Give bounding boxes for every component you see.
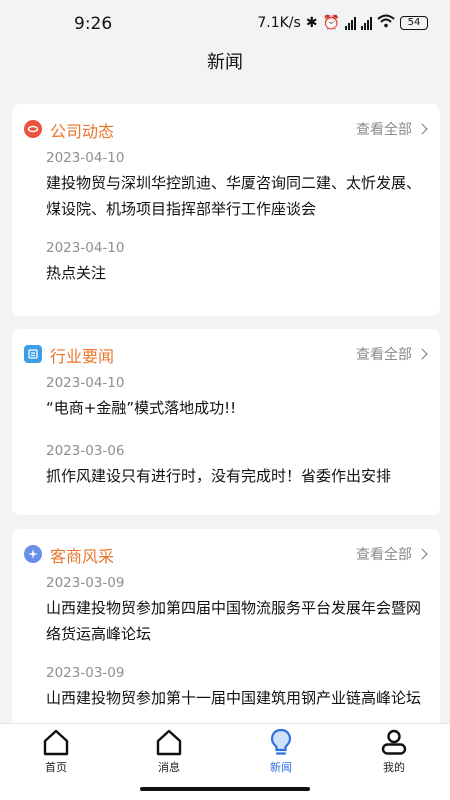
section-card-merchant-style: 客商风采 查看全部 2023-03-09 山西建投物贸参加第四届中国物流服务平台…: [12, 529, 440, 723]
section-header: 客商风采 查看全部: [12, 539, 440, 571]
news-item[interactable]: 2023-03-06 抓作风建设只有进行时，没有完成时！省委作出安排: [46, 441, 422, 489]
tab-message[interactable]: 消息: [129, 728, 209, 778]
bluetooth-icon: ✱: [305, 15, 318, 31]
news-title: “电商+金融”模式落地成功!!: [46, 399, 237, 417]
status-icons: 7.1K/s ✱ ⏰ 54: [257, 14, 428, 32]
news-title: 抓作风建设只有进行时，没有完成时！省委作出安排: [46, 467, 392, 485]
news-item[interactable]: 2023-03-09 山西建投物贸参加第四届中国物流服务平台发展年会暨网络货运高…: [46, 573, 422, 647]
page-title: 新闻: [207, 52, 243, 73]
status-bar: 9:26 7.1K/s ✱ ⏰ 54: [0, 0, 450, 48]
home-indicator-bar[interactable]: [140, 787, 310, 791]
view-all-label: 查看全部: [356, 347, 412, 363]
news-item[interactable]: 2023-04-10 建投物贸与深圳华控凯迪、华厦咨询同二建、太忻发展、煤设院、…: [46, 148, 422, 222]
section-card-industry-news: 行业要闻 查看全部 2023-04-10 “电商+金融”模式落地成功!! 202…: [12, 329, 440, 515]
news-item[interactable]: 2023-04-10 “电商+金融”模式落地成功!!: [46, 373, 422, 421]
view-all-button[interactable]: 查看全部: [356, 344, 428, 364]
section-title: 客商风采: [50, 547, 115, 566]
news-date: 2023-03-09: [46, 665, 125, 681]
news-date: 2023-04-10: [46, 150, 125, 166]
news-content[interactable]: 公司动态 查看全部 2023-04-10 建投物贸与深圳华控凯迪、华厦咨询同二建…: [0, 104, 450, 723]
alarm-icon: ⏰: [322, 15, 340, 31]
news-title: 建投物贸与深圳华控凯迪、华厦咨询同二建、太忻发展、煤设院、机场项目指挥部举行工作…: [46, 174, 422, 218]
news-item[interactable]: 2023-04-10 热点关注: [46, 238, 422, 286]
company-news-icon: [24, 120, 42, 138]
section-title: 行业要闻: [50, 347, 115, 366]
view-all-label: 查看全部: [356, 547, 412, 563]
home-icon: [43, 729, 69, 756]
tab-news[interactable]: 新闻: [241, 728, 321, 778]
news-title: 山西建投物贸参加第四届中国物流服务平台发展年会暨网络货运高峰论坛: [46, 599, 422, 643]
network-speed: 7.1K/s: [257, 15, 301, 31]
bottom-tab-bar: 首页 消息 新闻 我的: [0, 723, 450, 777]
signal-icon: [345, 16, 356, 30]
news-date: 2023-03-06: [46, 443, 125, 459]
industry-news-icon: [24, 345, 42, 363]
chevron-right-icon: [416, 348, 428, 360]
view-all-button[interactable]: 查看全部: [356, 544, 428, 564]
profile-icon: [381, 729, 407, 755]
tab-home[interactable]: 首页: [16, 728, 96, 778]
merchant-style-icon: [24, 545, 42, 563]
home-indicator: [0, 777, 450, 800]
title-bar: 新闻: [0, 48, 450, 88]
view-all-label: 查看全部: [356, 122, 412, 138]
message-icon: [156, 729, 182, 756]
news-title: 热点关注: [46, 264, 107, 282]
section-header: 行业要闻 查看全部: [12, 339, 440, 371]
tab-label: 首页: [45, 761, 67, 774]
news-date: 2023-04-10: [46, 240, 125, 256]
section-header: 公司动态 查看全部: [12, 114, 440, 146]
news-title: 山西建投物贸参加第十一届中国建筑用钢产业链高峰论坛: [46, 689, 422, 707]
section-title: 公司动态: [50, 122, 115, 141]
view-all-button[interactable]: 查看全部: [356, 119, 428, 139]
tab-label: 我的: [383, 761, 405, 774]
signal-icon-2: [361, 16, 372, 30]
tab-label: 消息: [158, 761, 180, 774]
news-date: 2023-03-09: [46, 575, 125, 591]
chevron-right-icon: [416, 123, 428, 135]
tab-label: 新闻: [270, 761, 292, 774]
chevron-right-icon: [416, 548, 428, 560]
news-item[interactable]: 2023-03-09 山西建投物贸参加第十一届中国建筑用钢产业链高峰论坛: [46, 663, 422, 711]
wifi-icon: [377, 14, 395, 32]
status-time: 9:26: [74, 14, 113, 34]
section-card-company-news: 公司动态 查看全部 2023-04-10 建投物贸与深圳华控凯迪、华厦咨询同二建…: [12, 104, 440, 316]
tab-profile[interactable]: 我的: [354, 728, 434, 778]
news-bulb-icon: [270, 728, 292, 755]
battery-icon: 54: [400, 16, 428, 30]
news-date: 2023-04-10: [46, 375, 125, 391]
